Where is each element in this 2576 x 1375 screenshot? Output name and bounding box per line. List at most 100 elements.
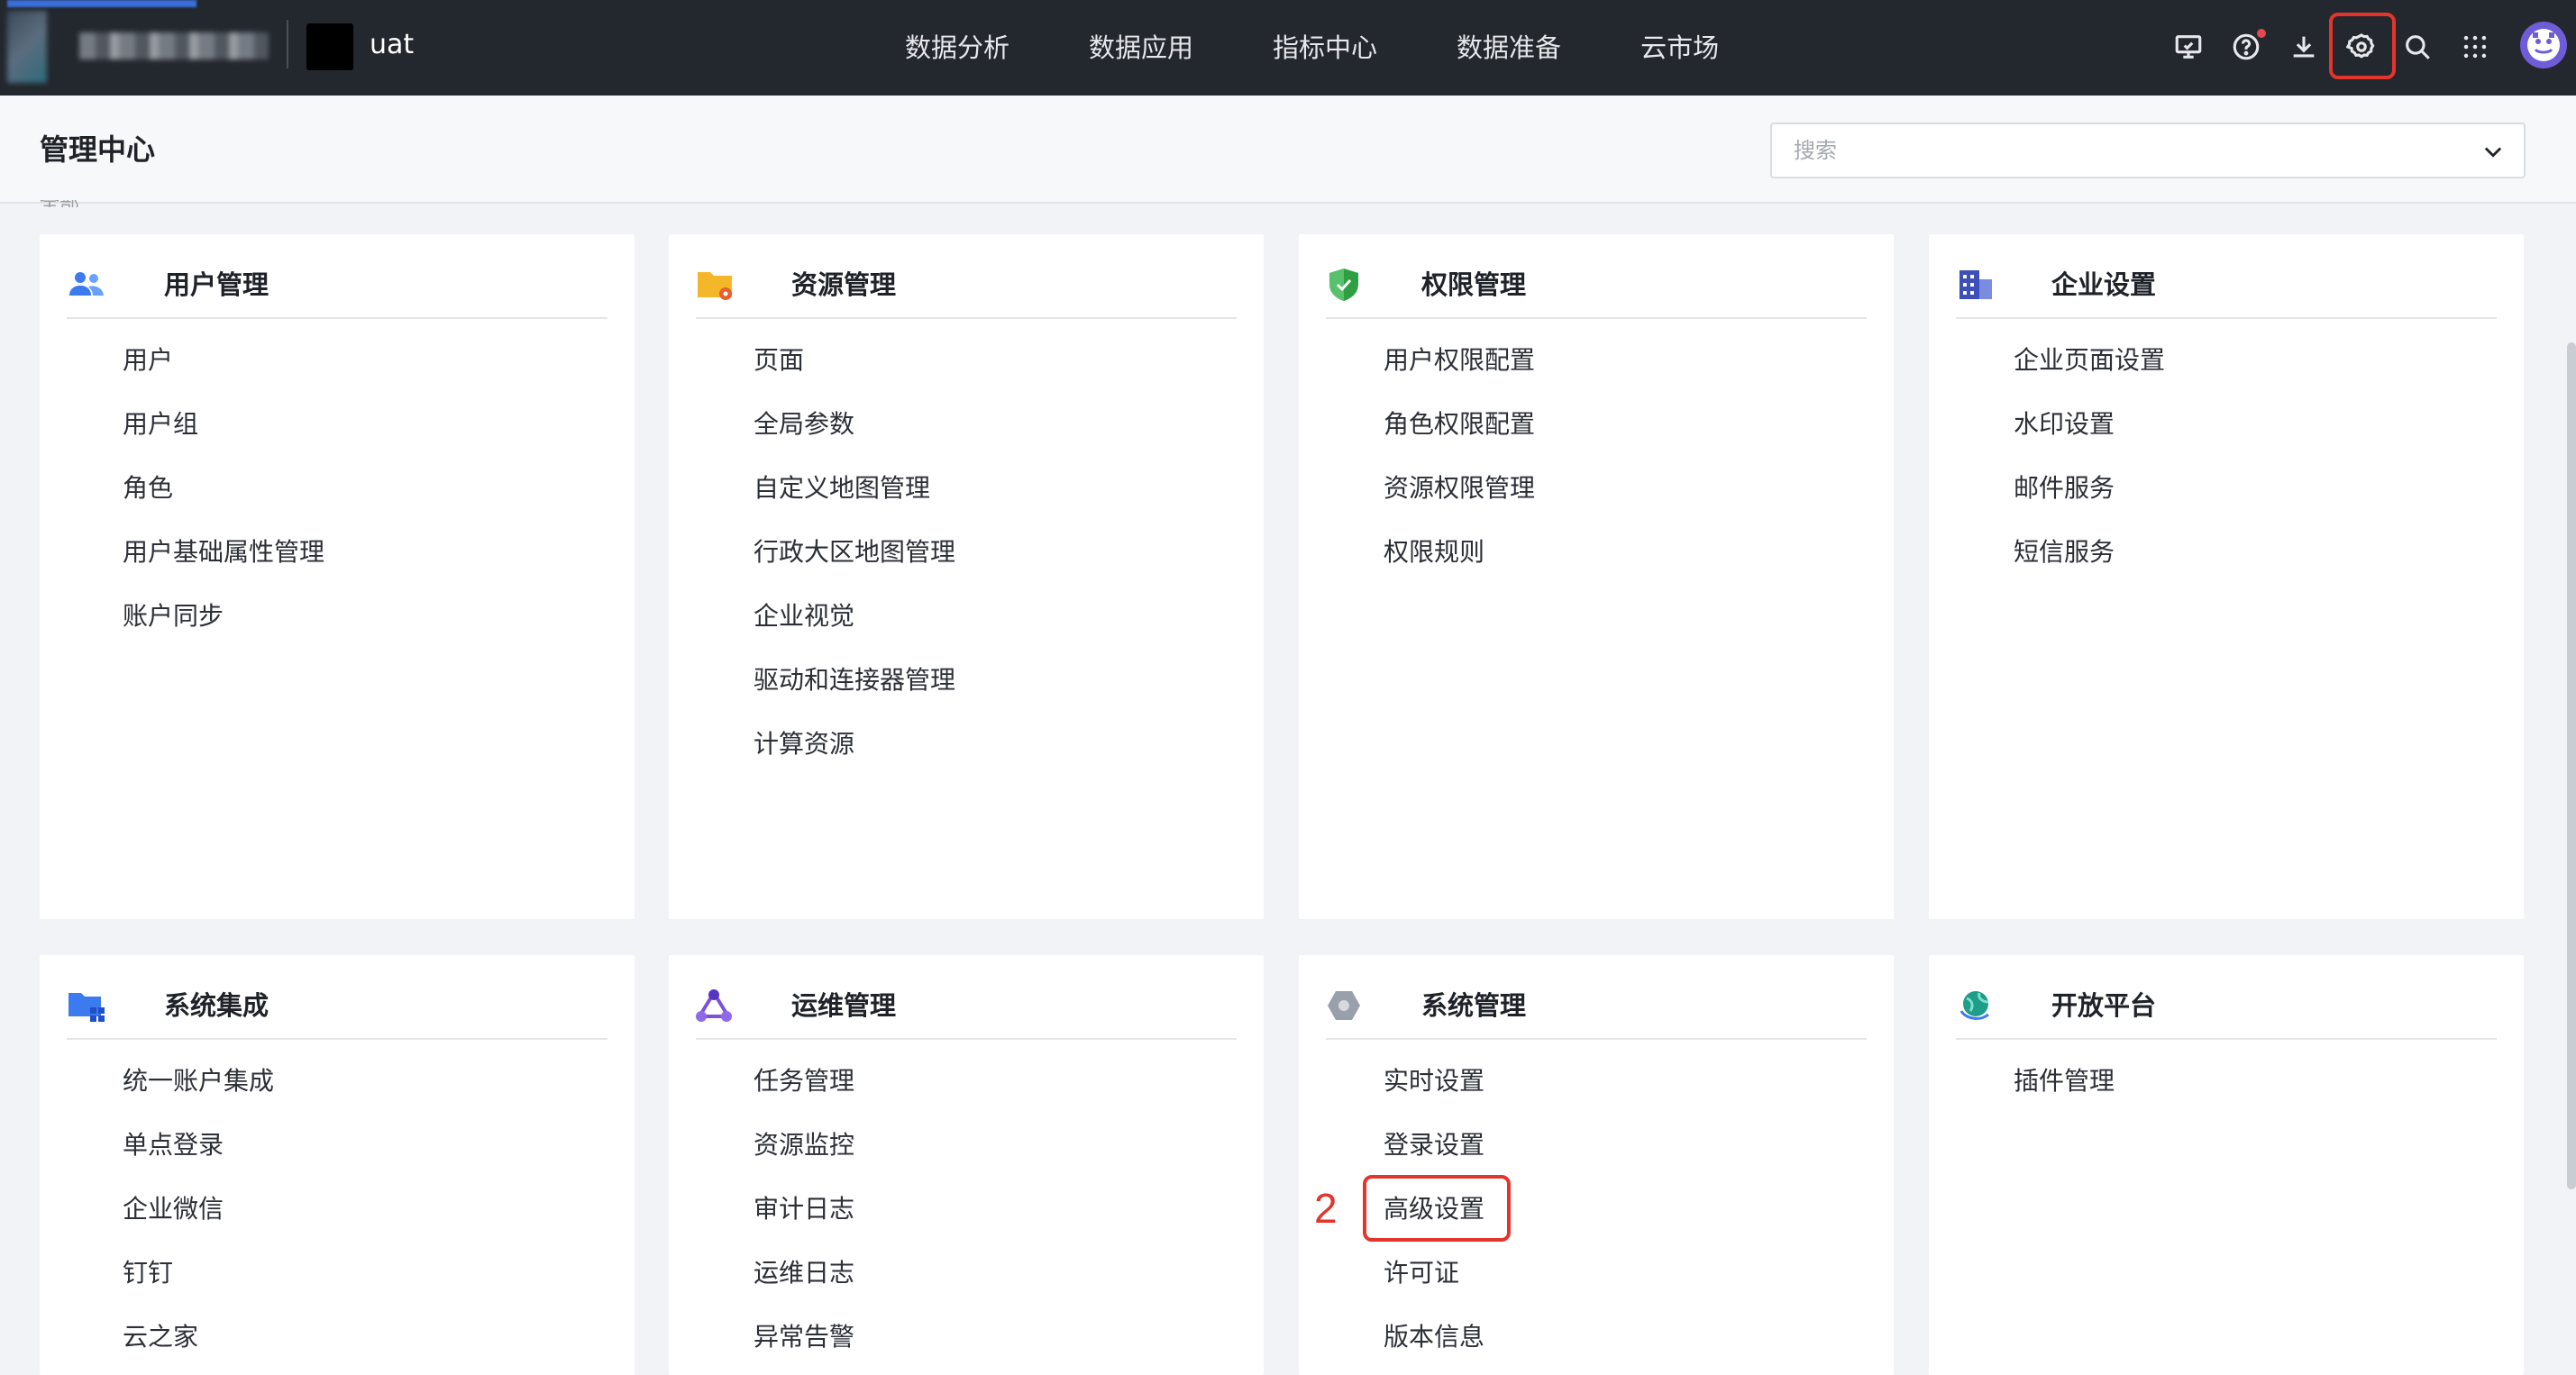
folder-gear-icon: [696, 267, 735, 303]
link-enterprise-visual[interactable]: 企业视觉: [754, 584, 955, 648]
building-icon: [1956, 267, 1996, 303]
link-resource-permissions[interactable]: 资源权限管理: [1384, 456, 1535, 520]
globe-icon: [1956, 988, 1996, 1024]
card-open-platform: 开放平台 插件管理: [1929, 955, 2524, 1375]
user-avatar[interactable]: [2520, 22, 2567, 68]
link-compute-resources[interactable]: 计算资源: [754, 712, 955, 776]
nav-cloud-market[interactable]: 云市场: [1601, 0, 1758, 96]
step1-highlight-box: [2329, 13, 2396, 79]
workspace-name[interactable]: uat: [370, 27, 414, 63]
link-license[interactable]: 许可证: [1384, 1241, 1484, 1305]
main-nav: 数据分析 数据应用 指标中心 数据准备 云市场: [865, 0, 1758, 96]
link-yunzhijia[interactable]: 云之家: [123, 1305, 274, 1369]
link-unified-account[interactable]: 统一账户集成: [123, 1049, 274, 1113]
card-header: 系统集成: [67, 980, 607, 1040]
card-ops-management: 运维管理 任务管理 资源监控 审计日志 运维日志 异常告警: [669, 955, 1264, 1375]
search-select[interactable]: [1770, 123, 2526, 178]
card-header: 系统管理: [1326, 980, 1867, 1040]
divider: [287, 20, 288, 68]
card-title: 系统管理: [1421, 990, 1527, 1021]
card-items: 企业页面设置 水印设置 邮件服务 短信服务: [2014, 328, 2165, 584]
step2-number: 2: [1314, 1185, 1338, 1232]
top-navigation-bar: uat 数据分析 数据应用 指标中心 数据准备 云市场: [0, 0, 2576, 96]
card-title: 用户管理: [164, 269, 269, 300]
link-region-maps[interactable]: 行政大区地图管理: [754, 520, 955, 584]
link-drivers-connectors[interactable]: 驱动和连接器管理: [754, 648, 955, 712]
link-task-management[interactable]: 任务管理: [754, 1049, 854, 1113]
link-global-params[interactable]: 全局参数: [754, 392, 955, 456]
link-realtime-settings[interactable]: 实时设置: [1384, 1049, 1484, 1113]
link-user-permissions[interactable]: 用户权限配置: [1384, 328, 1535, 392]
card-items: 页面 全局参数 自定义地图管理 行政大区地图管理 企业视觉 驱动和连接器管理 计…: [754, 328, 955, 776]
link-account-sync[interactable]: 账户同步: [123, 584, 324, 648]
shield-icon: [1326, 267, 1366, 303]
blurred-logo[interactable]: [7, 0, 278, 85]
link-role-permissions[interactable]: 角色权限配置: [1384, 392, 1535, 456]
link-ops-log[interactable]: 运维日志: [754, 1241, 854, 1305]
users-icon: [67, 267, 106, 303]
link-audit-log[interactable]: 审计日志: [754, 1177, 854, 1241]
card-items: 任务管理 资源监控 审计日志 运维日志 异常告警: [754, 1049, 854, 1369]
link-wecom[interactable]: 企业微信: [123, 1177, 274, 1241]
link-custom-maps[interactable]: 自定义地图管理: [754, 456, 955, 520]
download-icon[interactable]: [2280, 23, 2327, 70]
page-scrollbar[interactable]: [2567, 342, 2576, 1189]
card-enterprise-settings: 企业设置 企业页面设置 水印设置 邮件服务 短信服务: [1929, 234, 2524, 919]
search-icon[interactable]: [2394, 23, 2441, 70]
link-sms-service[interactable]: 短信服务: [2014, 520, 2165, 584]
card-title: 权限管理: [1421, 269, 1527, 300]
card-permission-management: 权限管理 用户权限配置 角色权限配置 资源权限管理 权限规则: [1299, 234, 1894, 919]
link-watermark[interactable]: 水印设置: [2014, 392, 2165, 456]
notification-dot: [2257, 29, 2266, 38]
link-sso[interactable]: 单点登录: [123, 1113, 274, 1177]
card-system-integration: 系统集成 统一账户集成 单点登录 企业微信 钉钉 云之家: [40, 955, 635, 1375]
card-items: 插件管理: [2014, 1049, 2115, 1113]
ops-triangle-icon: [696, 988, 735, 1024]
card-system-management: 系统管理 实时设置 登录设置 高级设置 许可证 版本信息: [1299, 955, 1894, 1375]
link-enterprise-page[interactable]: 企业页面设置: [2014, 328, 2165, 392]
link-user-groups[interactable]: 用户组: [123, 392, 324, 456]
card-title: 资源管理: [791, 269, 897, 300]
monitor-icon[interactable]: [2165, 23, 2212, 70]
page-header: 管理中心: [0, 96, 2576, 204]
card-header: 开放平台: [1956, 980, 2497, 1040]
card-items: 用户权限配置 角色权限配置 资源权限管理 权限规则: [1384, 328, 1535, 584]
link-roles[interactable]: 角色: [123, 456, 324, 520]
apps-grid-icon[interactable]: [2452, 23, 2498, 70]
card-header: 运维管理: [696, 980, 1237, 1040]
card-title: 系统集成: [164, 990, 269, 1021]
nav-data-analysis[interactable]: 数据分析: [865, 0, 1049, 96]
card-items: 用户 用户组 角色 用户基础属性管理 账户同步: [123, 328, 324, 648]
link-pages[interactable]: 页面: [754, 328, 955, 392]
card-title: 企业设置: [2051, 269, 2157, 300]
card-title: 运维管理: [791, 990, 897, 1021]
workspace-icon[interactable]: [306, 23, 353, 70]
link-users[interactable]: 用户: [123, 328, 324, 392]
link-plugin-management[interactable]: 插件管理: [2014, 1049, 2115, 1113]
hexagon-icon: [1326, 988, 1366, 1024]
link-user-attributes[interactable]: 用户基础属性管理: [123, 520, 324, 584]
card-user-management: 用户管理 用户 用户组 角色 用户基础属性管理 账户同步: [40, 234, 635, 919]
card-resource-management: 资源管理 页面 全局参数 自定义地图管理 行政大区地图管理 企业视觉 驱动和连接…: [669, 234, 1264, 919]
link-resource-monitor[interactable]: 资源监控: [754, 1113, 854, 1177]
nav-metrics-center[interactable]: 指标中心: [1233, 0, 1417, 96]
clipped-breadcrumb: 全部: [40, 200, 94, 207]
card-header: 资源管理: [696, 260, 1237, 319]
nav-data-application[interactable]: 数据应用: [1049, 0, 1233, 96]
link-version-info[interactable]: 版本信息: [1384, 1305, 1484, 1369]
link-dingtalk[interactable]: 钉钉: [123, 1241, 274, 1305]
search-input[interactable]: [1772, 124, 2457, 177]
chevron-down-icon[interactable]: [2480, 139, 2506, 164]
card-header: 权限管理: [1326, 260, 1867, 319]
card-header: 用户管理: [67, 260, 607, 319]
link-login-settings[interactable]: 登录设置: [1384, 1113, 1484, 1177]
link-alerts[interactable]: 异常告警: [754, 1305, 854, 1369]
nav-data-preparation[interactable]: 数据准备: [1417, 0, 1601, 96]
card-title: 开放平台: [2051, 990, 2157, 1021]
help-icon[interactable]: [2223, 23, 2270, 70]
link-permission-rules[interactable]: 权限规则: [1384, 520, 1535, 584]
page-title: 管理中心: [40, 132, 156, 167]
integration-folder-icon: [67, 988, 106, 1024]
card-header: 企业设置: [1956, 260, 2497, 319]
link-mail-service[interactable]: 邮件服务: [2014, 456, 2165, 520]
